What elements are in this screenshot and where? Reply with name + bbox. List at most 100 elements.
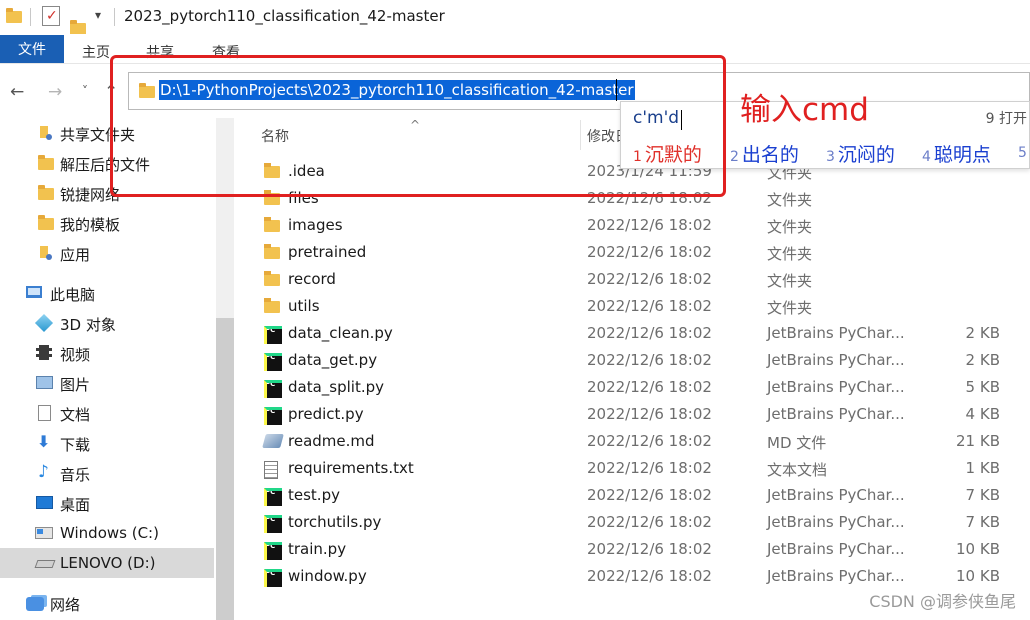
- sidebar-item-3d-objects[interactable]: 3D 对象: [0, 308, 214, 338]
- table-row[interactable]: data_get.py 2022/12/6 18:02 JetBrains PyCh…: [234, 347, 1030, 374]
- file-size: 2 KB: [965, 324, 1000, 342]
- file-size: 7 KB: [965, 513, 1000, 531]
- sidebar-item-label: 图片: [60, 376, 91, 394]
- file-type: 文件夹: [767, 272, 813, 290]
- file-type: JetBrains PyChar...: [767, 567, 905, 585]
- documents-icon: [38, 405, 51, 421]
- sidebar-scrollbar-thumb[interactable]: [216, 318, 234, 620]
- file-modified-date: 2022/12/6 18:02: [587, 351, 712, 369]
- table-row[interactable]: test.py 2022/12/6 18:02 JetBrains PyChar..…: [234, 482, 1030, 509]
- ime-candidate-3[interactable]: 3 沉闷的: [826, 140, 895, 167]
- pinned-folder-icon: [38, 126, 52, 140]
- quick-access-dropdown-icon[interactable]: ▾: [95, 8, 101, 22]
- sidebar-item-label: 文档: [60, 406, 91, 424]
- sidebar-item-drive-d[interactable]: LENOVO (D:): [0, 548, 214, 578]
- table-row[interactable]: pretrained 2022/12/6 18:02 文件夹: [234, 239, 1030, 266]
- file-type: 文件夹: [767, 218, 813, 236]
- sidebar-item-my-templates[interactable]: 我的模板: [0, 208, 214, 238]
- file-size: 7 KB: [965, 486, 1000, 504]
- folder-icon: [38, 185, 54, 200]
- video-icon: [36, 345, 52, 360]
- folder-icon: [6, 8, 22, 23]
- file-modified-date: 2022/12/6 18:02: [587, 567, 712, 585]
- table-row[interactable]: torchutils.py 2022/12/6 18:02 JetBrains Py…: [234, 509, 1030, 536]
- file-type: JetBrains PyChar...: [767, 486, 905, 504]
- pycharm-file-icon: [264, 353, 282, 371]
- drive-icon: [34, 560, 56, 568]
- computer-icon: [26, 286, 42, 298]
- sidebar-item-drive-c[interactable]: Windows (C:): [0, 518, 214, 548]
- folder-icon: [38, 155, 54, 170]
- properties-check-icon[interactable]: ✓: [42, 6, 60, 26]
- file-name: data_clean.py: [288, 324, 393, 342]
- title-separator: [114, 8, 115, 26]
- sidebar-item-downloads[interactable]: ⬇ 下载: [0, 428, 214, 458]
- file-size: 10 KB: [956, 540, 1000, 558]
- table-row[interactable]: data_clean.py 2022/12/6 18:02 JetBrains Py…: [234, 320, 1030, 347]
- file-modified-date: 2022/12/6 18:02: [587, 540, 712, 558]
- sidebar-item-videos[interactable]: 视频: [0, 338, 214, 368]
- file-type: 文件夹: [767, 245, 813, 263]
- pycharm-file-icon: [264, 542, 282, 560]
- table-row[interactable]: window.py 2022/12/6 18:02 JetBrains PyChar…: [234, 563, 1030, 590]
- sidebar-item-this-pc[interactable]: 此电脑: [0, 278, 214, 308]
- sidebar-item-network[interactable]: 网络: [0, 588, 214, 618]
- file-name: torchutils.py: [288, 513, 382, 531]
- file-size: 4 KB: [965, 405, 1000, 423]
- file-type: JetBrains PyChar...: [767, 405, 905, 423]
- ime-extra-option[interactable]: 9 打开: [986, 108, 1027, 128]
- file-size: 2 KB: [965, 351, 1000, 369]
- ime-candidate-5[interactable]: 5: [1018, 140, 1030, 162]
- sidebar-item-pictures[interactable]: 图片: [0, 368, 214, 398]
- candidate-text: 出名的: [741, 144, 799, 166]
- table-row[interactable]: data_split.py 2022/12/6 18:02 JetBrains Py…: [234, 374, 1030, 401]
- table-row[interactable]: requirements.txt 2022/12/6 18:02 文本文档 1 KB: [234, 455, 1030, 482]
- tab-file[interactable]: 文件: [0, 35, 64, 63]
- desktop-icon: [36, 496, 53, 509]
- forward-arrow-icon[interactable]: →: [48, 82, 62, 102]
- title-bar: ✓ ▾ 2023_pytorch110_classification_42-ma…: [0, 0, 1030, 35]
- file-modified-date: 2022/12/6 18:02: [587, 216, 712, 234]
- file-type: 文本文档: [767, 461, 828, 479]
- file-modified-date: 2022/12/6 18:02: [587, 243, 712, 261]
- sidebar-item-apps[interactable]: 应用: [0, 238, 214, 268]
- file-type: JetBrains PyChar...: [767, 378, 905, 396]
- markdown-file-icon: [262, 434, 284, 448]
- pycharm-file-icon: [264, 326, 282, 344]
- sidebar-item-label: 视频: [60, 346, 91, 364]
- sidebar-item-label: 应用: [60, 246, 91, 264]
- file-name: images: [288, 216, 343, 234]
- file-modified-date: 2022/12/6 18:02: [587, 324, 712, 342]
- ime-candidate-2[interactable]: 2 出名的: [730, 140, 799, 167]
- file-name: train.py: [288, 540, 347, 558]
- table-row[interactable]: images 2022/12/6 18:02 文件夹: [234, 212, 1030, 239]
- pycharm-file-icon: [264, 407, 282, 425]
- sidebar-item-label: 音乐: [60, 466, 91, 484]
- candidate-text: 聪明点: [933, 144, 991, 166]
- tab-home[interactable]: 主页: [82, 42, 110, 62]
- folder-icon: [264, 217, 280, 232]
- table-row[interactable]: readme.md 2022/12/6 18:02 MD 文件 21 KB: [234, 428, 1030, 455]
- sidebar-item-music[interactable]: ♪ 音乐: [0, 458, 214, 488]
- ime-candidate-4[interactable]: 4 聪明点: [922, 140, 991, 167]
- file-name: data_split.py: [288, 378, 385, 396]
- file-modified-date: 2022/12/6 18:02: [587, 270, 712, 288]
- recent-locations-chevron-icon[interactable]: ˅: [82, 84, 88, 98]
- back-arrow-icon[interactable]: ←: [10, 82, 24, 102]
- sidebar-item-documents[interactable]: 文档: [0, 398, 214, 428]
- pycharm-file-icon: [264, 488, 282, 506]
- drive-icon: [35, 527, 53, 539]
- table-row[interactable]: predict.py 2022/12/6 18:02 JetBrains PyCha…: [234, 401, 1030, 428]
- file-size: 10 KB: [956, 567, 1000, 585]
- candidate-number: 2: [730, 149, 739, 165]
- file-name: utils: [288, 297, 320, 315]
- table-row[interactable]: utils 2022/12/6 18:02 文件夹: [234, 293, 1030, 320]
- pycharm-file-icon: [264, 380, 282, 398]
- pycharm-file-icon: [264, 515, 282, 533]
- table-row[interactable]: record 2022/12/6 18:02 文件夹: [234, 266, 1030, 293]
- sidebar-item-desktop[interactable]: 桌面: [0, 488, 214, 518]
- table-row[interactable]: train.py 2022/12/6 18:02 JetBrains PyChar.…: [234, 536, 1030, 563]
- sidebar-item-label: Windows (C:): [60, 524, 159, 542]
- folder-icon: [264, 271, 280, 286]
- sidebar-item-label: 此电脑: [50, 286, 96, 304]
